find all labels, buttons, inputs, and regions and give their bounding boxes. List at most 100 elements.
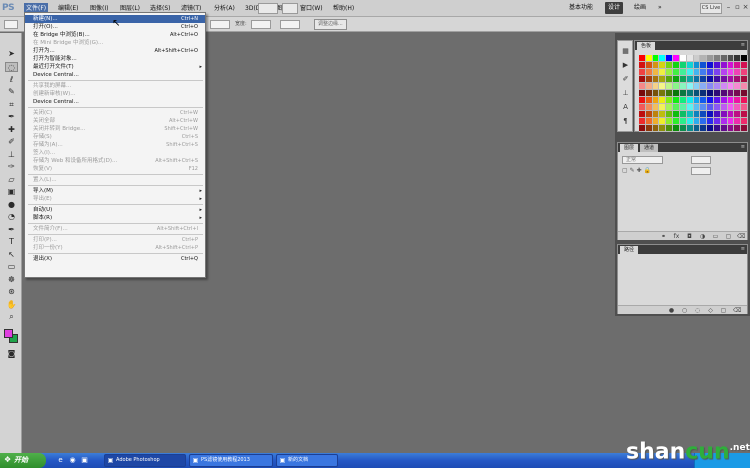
color-swatch[interactable] [673,104,680,111]
color-swatch[interactable] [741,62,748,69]
color-swatch[interactable] [679,62,687,69]
swatch-grid[interactable] [639,55,748,141]
color-swatch[interactable] [679,125,687,132]
eyedropper-tool-icon[interactable]: ✒ [5,112,18,122]
lasso-tool-icon[interactable]: ℓ [5,75,18,85]
color-swatch[interactable] [652,118,660,125]
color-swatch[interactable] [693,69,701,76]
color-swatch[interactable] [693,83,701,90]
media-quicklaunch-icon[interactable]: ◉ [68,456,77,465]
color-swatch[interactable] [713,76,721,83]
color-swatch[interactable] [707,76,714,83]
tab-channels[interactable]: 通道 [640,144,659,152]
color-swatch[interactable] [727,118,735,125]
tab-layers[interactable]: 图层 [620,144,639,152]
color-swatch[interactable] [686,118,694,125]
color-swatch[interactable] [645,104,653,111]
color-swatch[interactable] [734,90,742,97]
color-swatch[interactable] [639,90,646,97]
color-swatch[interactable] [652,76,660,83]
color-swatch[interactable] [741,104,748,111]
color-swatch[interactable] [645,69,653,76]
color-swatch[interactable] [652,55,660,62]
show-desktop-icon[interactable]: ▣ [80,456,89,465]
color-swatch[interactable] [659,69,667,76]
file-menu-item[interactable]: Device Central... [25,98,205,106]
minimize-icon[interactable]: – [724,3,733,12]
workspace-essentials[interactable]: 基本功能 [566,2,596,14]
move-tool-icon[interactable]: ➤ [5,49,18,59]
color-swatch[interactable] [666,90,674,97]
color-swatch[interactable] [707,97,714,104]
color-swatch[interactable] [741,55,748,62]
color-swatch[interactable] [700,90,708,97]
file-menu-item[interactable]: 打开为... Alt+Shift+Ctrl+O [25,47,205,55]
color-swatch[interactable] [652,125,660,132]
paragraph-panel-icon[interactable]: ¶ [621,117,630,125]
color-swatch[interactable] [679,83,687,90]
color-swatch[interactable] [734,97,742,104]
color-swatch[interactable] [727,104,735,111]
color-swatch[interactable] [639,97,646,104]
file-menu-item[interactable]: 脚本(R) ▸ [25,214,205,222]
workspace-design[interactable]: 设计 [605,2,624,14]
eraser-tool-icon[interactable]: ▱ [5,175,18,185]
taskbar-task[interactable]: ▣ PS滤镜使用教程2013 [189,454,273,467]
color-swatch[interactable] [686,83,694,90]
color-swatch[interactable] [693,97,701,104]
color-swatch[interactable] [639,62,646,69]
color-swatch[interactable] [659,90,667,97]
menu-9[interactable]: 窗口(W) [298,3,325,15]
color-swatch[interactable] [645,83,653,90]
color-swatch[interactable] [734,83,742,90]
color-swatch[interactable] [659,125,667,132]
color-swatch[interactable] [700,83,708,90]
color-swatch[interactable] [713,125,721,132]
color-swatch[interactable] [720,69,728,76]
start-button[interactable]: ❖ 开始 [0,453,46,468]
color-swatch[interactable] [652,69,660,76]
color-swatch[interactable] [734,125,742,132]
color-swatch[interactable] [686,97,694,104]
color-swatch[interactable] [741,69,748,76]
color-swatch[interactable] [727,76,735,83]
color-swatch[interactable] [659,76,667,83]
color-swatch[interactable] [639,111,646,118]
tool-preset-picker[interactable] [4,20,18,29]
color-swatch[interactable] [686,76,694,83]
color-swatch[interactable] [693,55,701,62]
color-swatch[interactable] [679,97,687,104]
color-swatch[interactable] [652,83,660,90]
color-swatch[interactable] [639,55,646,62]
color-swatch[interactable] [673,83,680,90]
file-menu-item[interactable]: 在 Bridge 中浏览(B)... Alt+Ctrl+O [25,31,205,39]
color-swatch[interactable] [659,118,667,125]
color-swatch[interactable] [713,111,721,118]
color-swatch[interactable] [666,55,674,62]
gradient-tool-icon[interactable]: ▣ [5,187,18,197]
color-swatch[interactable] [679,111,687,118]
color-swatch[interactable] [645,76,653,83]
color-swatch[interactable] [700,104,708,111]
color-swatch[interactable] [707,125,714,132]
color-swatch[interactable] [720,90,728,97]
color-swatch[interactable] [666,76,674,83]
color-swatch[interactable] [707,90,714,97]
color-swatch[interactable] [727,62,735,69]
color-swatch[interactable] [700,76,708,83]
color-swatch[interactable] [652,62,660,69]
color-swatch[interactable] [727,69,735,76]
color-swatch[interactable] [679,118,687,125]
file-menu-item[interactable]: 导入(M) ▸ [25,187,205,195]
color-swatch[interactable] [666,97,674,104]
color-swatch[interactable] [734,55,742,62]
delete-layer-icon[interactable]: ⌫ [737,233,745,240]
color-swatch[interactable] [645,62,653,69]
color-swatch[interactable] [639,125,646,132]
color-swatch[interactable] [741,90,748,97]
hand-tool-icon[interactable]: ✋ [5,300,18,310]
color-swatch[interactable] [666,125,674,132]
color-swatch[interactable] [679,76,687,83]
workspace-painting[interactable]: 绘画 [631,2,649,14]
link-layers-icon[interactable]: ⚭ [660,233,667,240]
